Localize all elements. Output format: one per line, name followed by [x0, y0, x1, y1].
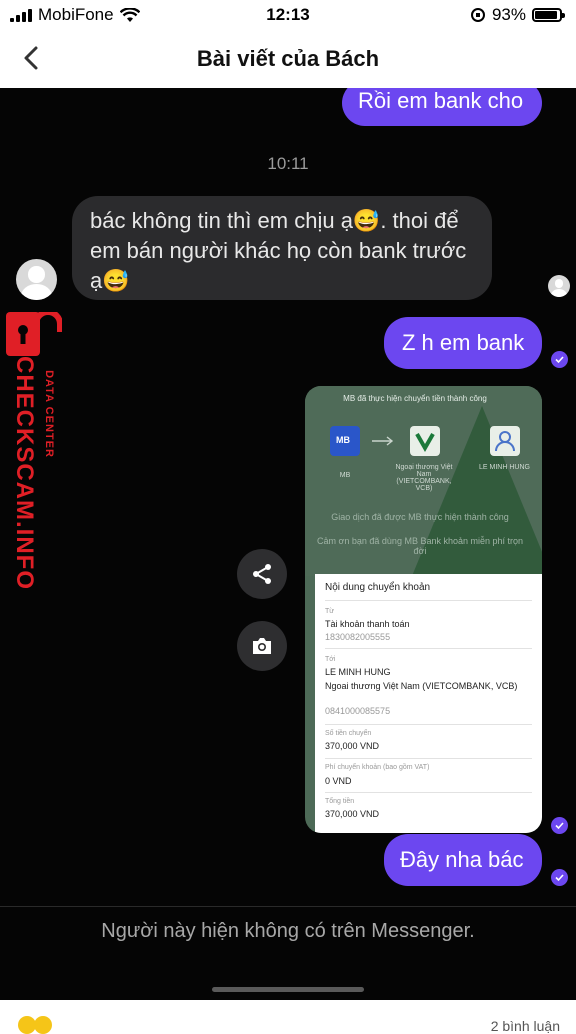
unavailable-notice: Người này hiện không có trên Messenger.	[101, 920, 475, 942]
watermark-sub: DATA CENTER	[43, 370, 55, 458]
watermark-main: CHECKSCAM.INFO	[11, 356, 38, 590]
amount-label: Số tiền chuyển	[325, 730, 372, 737]
page-title: Bài viết của Bách	[196, 46, 380, 71]
message-bubble-mine: Rồi em bank cho	[342, 88, 542, 126]
to-bank: Ngoai thương Việt Nam (VIETCOMBANK, VCB)	[325, 681, 518, 691]
receipt-header: MB đã thực hiện chuyển tiền thành công	[343, 394, 487, 403]
from-account-number: 1830082005555	[325, 632, 391, 642]
battery-icon	[532, 8, 565, 22]
transfer-details-card: Nội dung chuyển khoản Từ Tài khoản thanh…	[315, 574, 542, 833]
contact-avatar	[16, 259, 57, 300]
camera-icon	[253, 638, 271, 654]
share-button[interactable]	[237, 549, 287, 599]
status-bar: MobiFone 12:13 93%	[0, 0, 576, 30]
mb-bank-logo: MB	[330, 426, 360, 456]
battery-fill	[535, 11, 557, 19]
success-message: Giao dịch đã được MB thực hiện thành côn…	[331, 512, 509, 522]
divider	[325, 648, 532, 649]
to-name: LE MINH HUNG	[325, 667, 391, 677]
share-icon	[253, 564, 271, 584]
seen-check-icon	[551, 351, 568, 368]
divider	[325, 600, 532, 601]
card-title: Nội dung chuyển khoản	[325, 582, 431, 593]
camera-button[interactable]	[237, 621, 287, 671]
message-text: Đây nha bác	[400, 847, 524, 872]
to-label: Tới	[325, 656, 336, 663]
to-bank-label: Ngoại thương Việt Nam (VIETCOMBANK, VCB)	[395, 464, 453, 492]
message-text: Rồi em bank cho	[358, 88, 524, 113]
seen-check-icon	[551, 869, 568, 886]
divider	[325, 758, 532, 759]
seen-check-icon	[551, 817, 568, 834]
divider	[325, 792, 532, 793]
arrow-right-icon	[372, 436, 394, 446]
total-value: 370,000 VND	[325, 809, 380, 819]
transfer-receipt-image[interactable]: MB đã thực hiện chuyển tiền thành công M…	[305, 386, 542, 833]
post-footer: 2 bình luận	[0, 1000, 576, 1034]
divider	[325, 724, 532, 725]
receipt-banner: MB đã thực hiện chuyển tiền thành công M…	[305, 386, 542, 576]
fee-label: Phí chuyển khoản (bao gồm VAT)	[325, 764, 430, 771]
recipient-user-icon	[490, 426, 520, 456]
from-value: Tài khoản thanh toán	[325, 619, 410, 629]
to-account-number: 0841000085575	[325, 706, 391, 716]
recipient-label: LE MINH HUNG	[479, 464, 530, 471]
home-indicator	[212, 987, 364, 992]
message-text: Z h em bank	[402, 330, 525, 355]
message-bubble-theirs: bác không tin thì em chịu ạ😅. thoi để em…	[72, 196, 492, 300]
divider	[0, 906, 576, 907]
thanks-message: Cảm ơn bạn đã dùng MB Bank khoản miễn ph…	[316, 536, 524, 556]
from-label: Từ	[325, 608, 334, 615]
checkscam-watermark: DATA CENTER CHECKSCAM.INFO	[4, 312, 64, 612]
message-bubble-mine: Đây nha bác	[384, 834, 542, 886]
from-bank-label: MB	[339, 472, 351, 479]
seen-avatar	[548, 275, 570, 297]
orientation-lock-icon	[470, 8, 485, 22]
nav-bar: Bài viết của Bách	[0, 30, 576, 88]
message-bubble-mine: Z h em bank	[384, 317, 542, 369]
fee-value: 0 VND	[325, 776, 352, 786]
timestamp: 10:11	[267, 154, 309, 173]
chat-screenshot: Rồi em bank cho 10:11 bác không tin thì …	[0, 88, 576, 1000]
total-label: Tổng tiền	[325, 798, 355, 805]
vietcombank-logo	[410, 426, 440, 456]
reaction-icon	[34, 1016, 52, 1034]
battery-percent: 93%	[491, 5, 526, 24]
status-right: 93%	[470, 5, 565, 25]
amount-value: 370,000 VND	[325, 741, 380, 751]
mb-logo-text: MB	[336, 435, 350, 445]
comments-count[interactable]: 2 bình luận	[491, 1018, 560, 1034]
message-text: bác không tin thì em chịu ạ😅. thoi để em…	[90, 208, 467, 293]
